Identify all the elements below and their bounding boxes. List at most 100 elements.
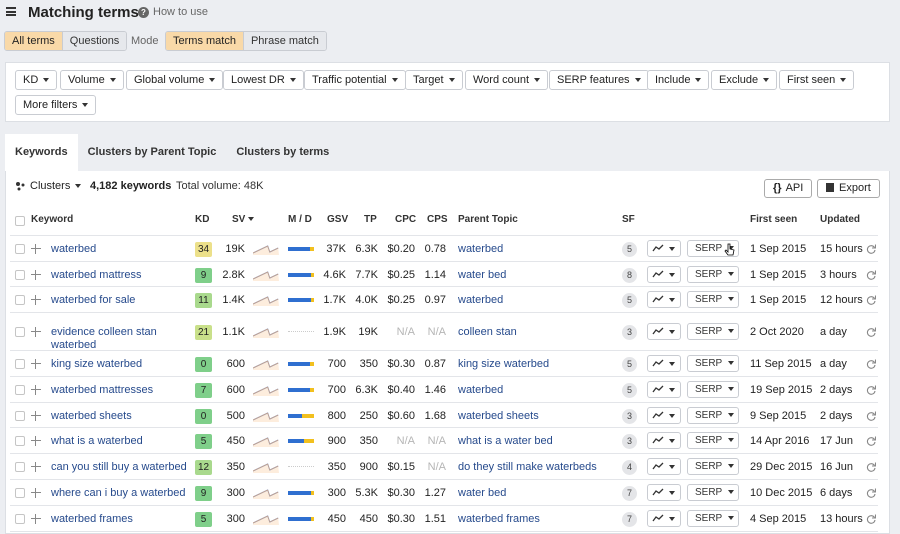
refresh-icon[interactable] [866,270,876,280]
serp-button[interactable]: SERP [687,266,739,283]
serp-button[interactable]: SERP [687,355,739,372]
col-sf[interactable]: SF [622,214,635,225]
export-button[interactable]: Export [817,179,880,198]
questions-button[interactable]: Questions [61,32,127,50]
add-to-list-icon[interactable] [31,488,41,498]
parent-topic-link[interactable]: water bed [458,269,506,281]
api-button[interactable]: {} API [764,179,813,198]
refresh-icon[interactable] [866,488,876,498]
filter-include[interactable]: Include [647,70,710,90]
serp-button[interactable]: SERP [687,323,739,340]
refresh-icon[interactable] [866,359,876,369]
row-checkbox[interactable] [15,359,25,369]
filter-exclude[interactable]: Exclude [711,70,778,90]
add-to-list-icon[interactable] [31,436,41,446]
row-checkbox[interactable] [15,411,25,421]
col-kd[interactable]: KD [195,214,209,225]
trend-dropdown[interactable] [647,355,681,372]
all-terms-button[interactable]: All terms [5,32,62,50]
trend-dropdown[interactable] [647,381,681,398]
add-to-list-icon[interactable] [31,270,41,280]
refresh-icon[interactable] [866,514,876,524]
filter-global-volume[interactable]: Global volume [126,70,224,90]
add-to-list-icon[interactable] [31,514,41,524]
row-checkbox[interactable] [15,327,25,337]
col-cps[interactable]: CPS [427,214,448,225]
keyword-link[interactable]: waterbed for sale [51,294,135,307]
tab-clusters-terms[interactable]: Clusters by terms [226,134,340,171]
parent-topic-link[interactable]: waterbed sheets [458,410,539,422]
tab-clusters-parent-topic[interactable]: Clusters by Parent Topic [77,134,227,171]
add-to-list-icon[interactable] [31,327,41,337]
how-to-use-link[interactable]: ? How to use [138,6,208,18]
parent-topic-link[interactable]: waterbed [458,384,503,396]
col-parent-topic[interactable]: Parent Topic [458,214,518,225]
filter-word-count[interactable]: Word count [465,70,549,90]
filter-volume[interactable]: Volume [60,70,124,90]
trend-dropdown[interactable] [647,323,681,340]
serp-button[interactable]: SERP [687,381,739,398]
terms-match-button[interactable]: Terms match [166,32,243,50]
refresh-icon[interactable] [866,327,876,337]
add-to-list-icon[interactable] [31,385,41,395]
add-to-list-icon[interactable] [31,244,41,254]
parent-topic-link[interactable]: what is a water bed [458,435,553,447]
col-updated[interactable]: Updated [820,214,860,225]
trend-dropdown[interactable] [647,240,681,257]
refresh-icon[interactable] [866,385,876,395]
keyword-link[interactable]: king size waterbed [51,358,142,371]
keyword-link[interactable]: waterbed [51,243,96,256]
filter-traffic-potential[interactable]: Traffic potential [304,70,406,90]
add-to-list-icon[interactable] [31,359,41,369]
trend-dropdown[interactable] [647,407,681,424]
filter-kd[interactable]: KD [15,70,58,90]
row-checkbox[interactable] [15,514,25,524]
serp-button[interactable]: SERP [687,407,739,424]
clusters-dropdown[interactable]: Clusters [15,180,82,192]
serp-button[interactable]: SERP [687,432,739,449]
parent-topic-link[interactable]: colleen stan [458,326,517,338]
trend-dropdown[interactable] [647,510,681,527]
phrase-match-button[interactable]: Phrase match [242,32,326,50]
add-to-list-icon[interactable] [31,411,41,421]
keyword-link[interactable]: waterbed sheets [51,410,132,423]
filter-target[interactable]: Target [405,70,463,90]
trend-dropdown[interactable] [647,458,681,475]
keyword-link[interactable]: can you still buy a waterbed [51,461,187,474]
filter-serp-features[interactable]: SERP features [549,70,649,90]
row-checkbox[interactable] [15,436,25,446]
refresh-icon[interactable] [866,436,876,446]
col-md[interactable]: M / D [288,214,312,225]
filter-more-filters[interactable]: More filters [15,95,97,115]
col-sv[interactable]: SV [232,214,255,225]
row-checkbox[interactable] [15,295,25,305]
refresh-icon[interactable] [866,244,876,254]
col-tp[interactable]: TP [364,214,377,225]
menu-icon[interactable] [6,7,16,16]
keyword-link[interactable]: where can i buy a waterbed [51,487,186,500]
col-gsv[interactable]: GSV [327,214,348,225]
add-to-list-icon[interactable] [31,462,41,472]
keyword-link[interactable]: evidence colleen stan waterbed [51,326,157,352]
refresh-icon[interactable] [866,295,876,305]
add-to-list-icon[interactable] [31,295,41,305]
trend-dropdown[interactable] [647,432,681,449]
parent-topic-link[interactable]: waterbed frames [458,513,540,525]
parent-topic-link[interactable]: waterbed [458,243,503,255]
filter-lowest-dr[interactable]: Lowest DR [223,70,304,90]
tab-keywords[interactable]: Keywords [5,134,78,171]
select-all-checkbox[interactable] [15,216,25,226]
keyword-link[interactable]: waterbed mattresses [51,384,153,397]
col-keyword[interactable]: Keyword [31,214,73,225]
parent-topic-link[interactable]: water bed [458,487,506,499]
row-checkbox[interactable] [15,462,25,472]
row-checkbox[interactable] [15,270,25,280]
trend-dropdown[interactable] [647,484,681,501]
serp-button[interactable]: SERP [687,458,739,475]
row-checkbox[interactable] [15,244,25,254]
row-checkbox[interactable] [15,385,25,395]
row-checkbox[interactable] [15,488,25,498]
trend-dropdown[interactable] [647,266,681,283]
keyword-link[interactable]: waterbed frames [51,513,133,526]
refresh-icon[interactable] [866,462,876,472]
